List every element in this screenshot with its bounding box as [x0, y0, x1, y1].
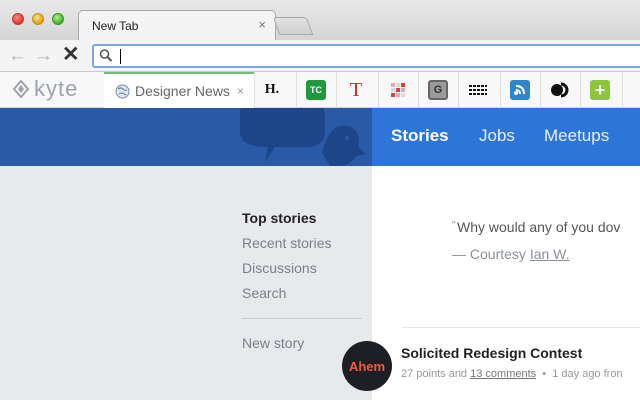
sidebar-item-recent-stories[interactable]: Recent stories — [242, 235, 331, 251]
avatar-label: Ahem — [348, 358, 386, 374]
designer-news-bookmark[interactable]: Designer News × — [104, 72, 254, 108]
story-points: 27 points and — [401, 368, 471, 380]
kyte-kite-icon — [12, 80, 30, 98]
search-icon — [99, 48, 113, 69]
sidebar-item-top-stories[interactable]: Top stories — [242, 210, 316, 226]
story-comments-link[interactable]: 13 comments — [470, 368, 536, 380]
browser-toolbar: ← → ✕ — [0, 40, 640, 72]
nav-meetups-link[interactable]: Meetups — [544, 126, 609, 146]
designer-news-label: Designer News — [135, 83, 230, 99]
story-divider — [402, 327, 640, 328]
add-extension-icon[interactable]: + — [590, 80, 610, 100]
tab-close-icon[interactable]: × — [258, 17, 266, 32]
site-nav: Stories Jobs Meetups — [372, 108, 640, 166]
site-sidebar: Top stories Recent stories Discussions S… — [0, 166, 372, 400]
tab-title: New Tab — [92, 19, 139, 33]
kyte-label: kyte — [34, 76, 79, 101]
dribbble-like-icon[interactable] — [468, 80, 488, 100]
bookmark-divider — [378, 72, 379, 108]
close-icon[interactable]: × — [237, 84, 244, 98]
sidebar-divider — [242, 318, 362, 319]
bookmark-divider — [622, 72, 623, 108]
main-content: “ Why would any of you dov — Courtesy Ia… — [372, 166, 640, 400]
bookmark-divider — [580, 72, 581, 108]
back-arrow-icon[interactable]: ← — [8, 46, 27, 66]
courtesy-author-link[interactable]: Ian W. — [530, 246, 570, 262]
story-meta: 27 points and 13 comments • 1 day ago fr… — [401, 368, 623, 380]
window-close-button[interactable] — [12, 13, 24, 25]
quote-courtesy: — Courtesy Ian W. — [452, 246, 570, 262]
window-maximize-button[interactable] — [52, 13, 64, 25]
nav-jobs-link[interactable]: Jobs — [479, 126, 515, 146]
window-titlebar: New Tab × — [0, 0, 640, 40]
bookmark-divider — [458, 72, 459, 108]
dual-circle-icon[interactable] — [550, 80, 570, 100]
bookmark-divider — [500, 72, 501, 108]
hacker-news-icon[interactable]: H. — [262, 80, 282, 100]
t-magazine-icon[interactable]: T — [346, 79, 366, 101]
browser-tab-new-tab[interactable]: New Tab × — [78, 10, 276, 40]
meta-separator: • — [536, 368, 553, 380]
bookmark-divider — [254, 72, 255, 108]
address-input[interactable] — [118, 47, 618, 65]
gizmodo-icon[interactable]: G — [428, 80, 448, 100]
address-bar[interactable] — [92, 44, 640, 68]
text-caret — [120, 49, 121, 64]
kyte-logo[interactable]: kyte — [12, 76, 79, 101]
sidebar-item-search[interactable]: Search — [242, 285, 286, 301]
techcrunch-icon[interactable]: TC — [306, 80, 326, 100]
bookmark-divider — [296, 72, 297, 108]
window-minimize-button[interactable] — [32, 13, 44, 25]
bookmarks-bar: kyte Designer News × H. TC T G + — [0, 72, 640, 108]
stop-loading-icon[interactable]: ✕ — [62, 44, 80, 65]
story-avatar[interactable]: Ahem — [342, 341, 392, 391]
story-title-link[interactable]: Solicited Redesign Contest — [401, 345, 582, 361]
bookmark-divider — [540, 72, 541, 108]
grid-app-icon[interactable] — [388, 80, 408, 100]
quote-mark: “ — [452, 219, 456, 231]
bookmark-divider — [336, 72, 337, 108]
sidebar-item-discussions[interactable]: Discussions — [242, 260, 317, 276]
bookmark-divider — [418, 72, 419, 108]
courtesy-prefix: — Courtesy — [452, 246, 530, 262]
globe-icon — [115, 84, 130, 104]
featured-quote: Why would any of you dov — [457, 219, 621, 235]
feed-reader-icon[interactable] — [510, 80, 530, 100]
sidebar-item-new-story[interactable]: New story — [242, 335, 304, 351]
speech-bubble-illustration — [240, 108, 366, 166]
new-tab-button[interactable] — [272, 17, 314, 35]
story-time: 1 day ago fron — [552, 368, 623, 380]
nav-stories-link[interactable]: Stories — [391, 126, 449, 146]
forward-arrow-icon[interactable]: → — [34, 46, 53, 66]
site-header: Stories Jobs Meetups — [0, 108, 640, 166]
